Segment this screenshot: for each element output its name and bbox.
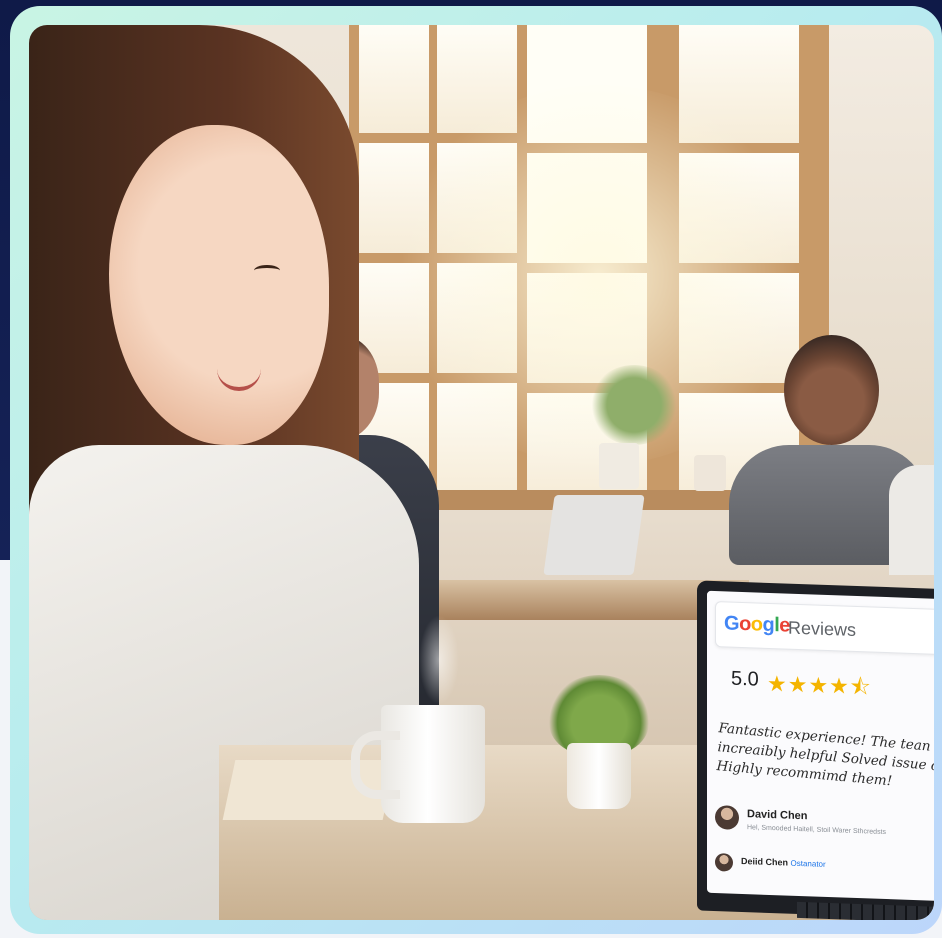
reviewer-entry: Deiid Chen Ostanator — [715, 849, 934, 897]
reviewer-subtext: Hel, Smooded Haitell, Stoil Warer Sthcre… — [747, 824, 887, 837]
person-far-right — [889, 465, 934, 575]
rating-value: 5.0 — [731, 667, 759, 691]
succulent-pot — [567, 743, 631, 809]
google-reviews-header: Google Reviews — [715, 601, 934, 656]
mug-handle — [351, 731, 400, 799]
avatar — [715, 853, 733, 872]
star-rating-icon: ★★★★⯪ — [767, 670, 872, 700]
window-plant-leaves — [589, 365, 679, 445]
back-laptop — [543, 495, 645, 575]
rating-summary: 5.0 ★★★★⯪ — [721, 659, 934, 707]
reviewer-name-text: Deiid Chen — [741, 855, 789, 868]
window-plant-pot — [599, 443, 639, 489]
window-plant-pot — [694, 455, 726, 491]
reviewer-name: Deiid Chen Ostanator — [741, 856, 826, 869]
man-right-head — [784, 335, 879, 445]
review-text: Fantastic experience! The tean increaibl… — [716, 719, 934, 797]
laptop-screen: Google Reviews 5.0 ★★★★⯪ Fantastic exper… — [707, 590, 934, 902]
reviewer-name: David Chen — [747, 808, 808, 823]
reviewer-link[interactable]: Ostanator — [791, 859, 826, 869]
laptop: Google Reviews 5.0 ★★★★⯪ Fantastic exper… — [697, 580, 934, 920]
google-logo: Google — [724, 612, 790, 637]
logo-letter: o — [750, 613, 763, 636]
logo-letter: o — [739, 612, 751, 636]
woman-eye — [254, 265, 280, 276]
steam — [419, 615, 459, 705]
avatar — [715, 805, 739, 830]
laptop-keyboard — [797, 901, 934, 920]
office-photo: Google Reviews 5.0 ★★★★⯪ Fantastic exper… — [29, 25, 934, 920]
logo-letter: g — [762, 613, 775, 637]
window-pane — [359, 25, 429, 133]
reviews-title: Reviews — [788, 617, 857, 640]
reviewer-entry: David Chen Hel, Smooded Haitell, Stoil W… — [715, 801, 934, 849]
logo-letter: G — [724, 612, 740, 635]
